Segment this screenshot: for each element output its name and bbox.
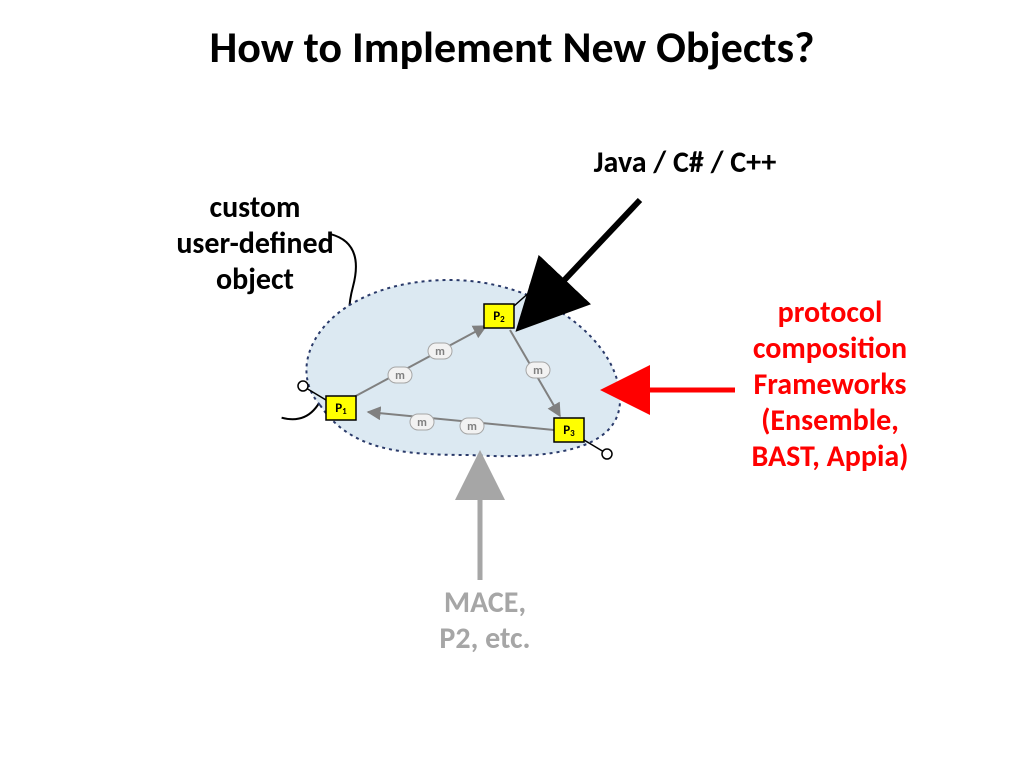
diagram-canvas: m m m m m P1 P2 P3 xyxy=(0,0,1024,768)
svg-text:m: m xyxy=(467,420,477,434)
msg-bubble-2: m xyxy=(428,343,452,359)
msg-bubble-1: m xyxy=(388,367,412,383)
svg-text:m: m xyxy=(435,345,445,359)
node-p2: P2 xyxy=(484,304,514,328)
node-p3: P3 xyxy=(554,418,584,442)
arrow-java xyxy=(555,200,640,290)
lollipop-p3 xyxy=(584,440,612,459)
msg-bubble-3: m xyxy=(526,362,550,378)
msg-bubble-4: m xyxy=(460,418,484,434)
svg-text:m: m xyxy=(395,369,405,383)
node-p1: P1 xyxy=(326,396,356,420)
msg-bubble-5: m xyxy=(410,414,434,430)
svg-text:m: m xyxy=(417,416,427,430)
svg-text:m: m xyxy=(533,364,543,378)
